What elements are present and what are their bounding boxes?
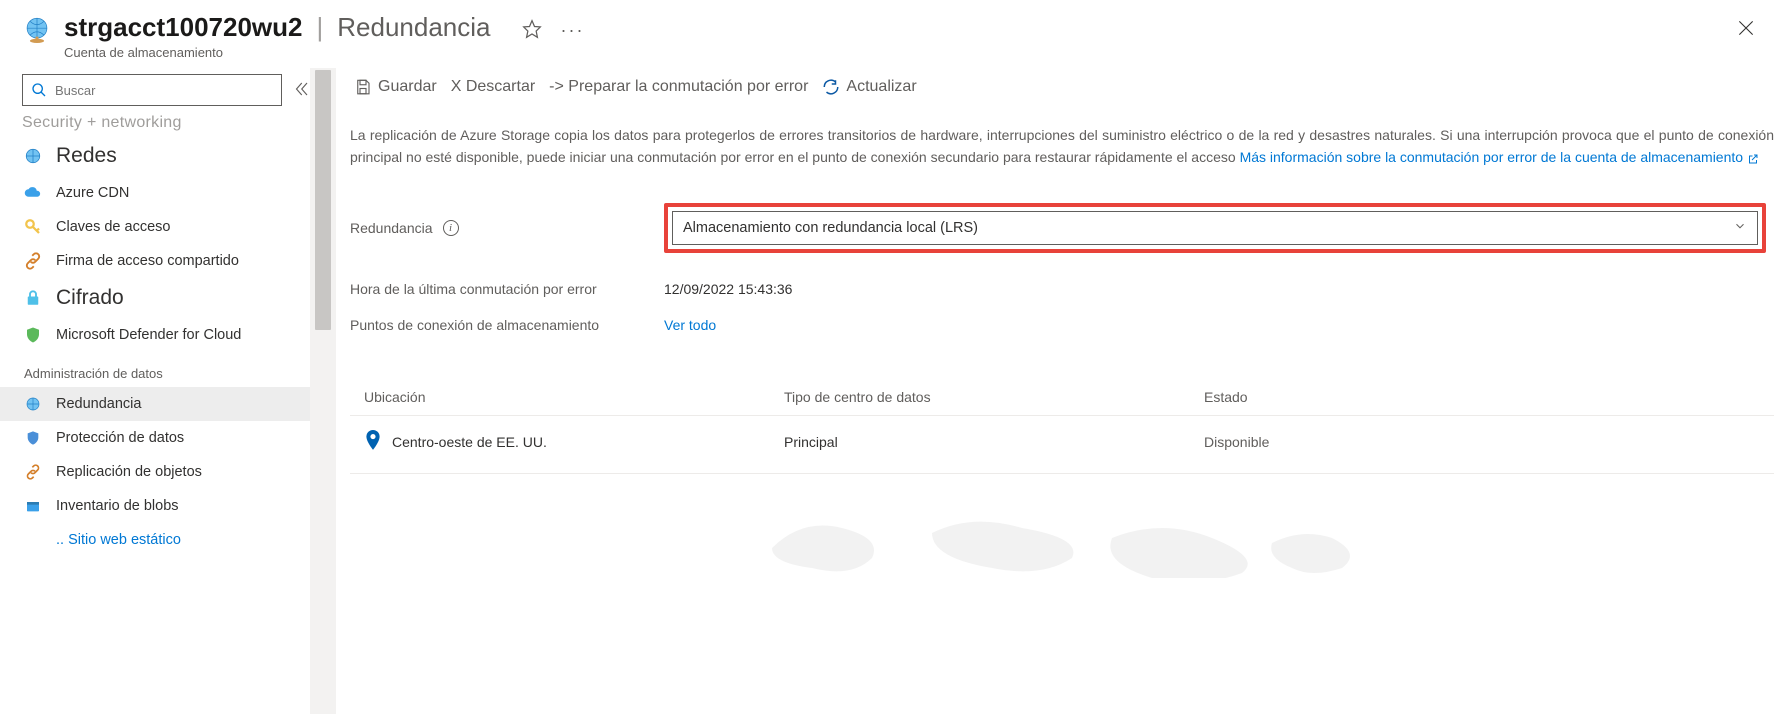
resource-name: strgacct100720wu2	[64, 12, 302, 43]
link-icon	[24, 252, 42, 270]
sidebar-item-label: Azure CDN	[56, 185, 129, 201]
cloud-icon	[24, 184, 42, 202]
col-head-location: Ubicación	[364, 389, 784, 405]
title-separator: |	[316, 12, 323, 43]
col-head-status: Estado	[1204, 389, 1760, 405]
row-location: Centro-oeste de EE. UU.	[392, 434, 547, 450]
box-icon	[24, 497, 42, 515]
scrollbar-thumb[interactable]	[315, 70, 331, 330]
save-label: Guardar	[378, 78, 437, 96]
page-title: Redundancia	[337, 12, 490, 43]
globe-small-icon	[24, 395, 42, 413]
shield-blue-icon	[24, 429, 42, 447]
sidebar: Security + networking Redes Azure CDN Cl…	[0, 68, 336, 714]
row-type: Principal	[784, 434, 1204, 450]
sidebar-item-static-website[interactable]: .. Sitio web estático	[0, 523, 310, 557]
toolbar: Guardar X Descartar -> Preparar la conmu…	[336, 68, 1780, 106]
redundancy-label: Redundancia i	[350, 220, 664, 236]
sidebar-item-label: Protección de datos	[56, 430, 184, 446]
close-blade-icon[interactable]	[1736, 18, 1756, 41]
sidebar-item-label: Claves de acceso	[56, 219, 170, 235]
refresh-icon	[822, 78, 840, 96]
none-icon	[24, 531, 42, 549]
resource-globe-icon	[20, 14, 54, 48]
datacenter-table: Ubicación Tipo de centro de datos Estado…	[350, 381, 1774, 474]
sidebar-item-label: Redundancia	[56, 396, 141, 412]
refresh-button[interactable]: Actualizar	[818, 76, 920, 98]
redundancy-value: Almacenamiento con redundancia local (LR…	[683, 220, 978, 236]
last-failover-value: 12/09/2022 15:43:36	[664, 281, 792, 297]
lock-icon	[24, 289, 42, 307]
save-icon	[354, 78, 372, 96]
external-link-icon	[1747, 153, 1759, 165]
sidebar-item-access-keys[interactable]: Claves de acceso	[0, 210, 310, 244]
redundancy-select-highlight: Almacenamiento con redundancia local (LR…	[664, 203, 1766, 253]
sidebar-search[interactable]	[22, 74, 282, 106]
discard-label: X Descartar	[451, 78, 535, 96]
sidebar-item-label: Firma de acceso compartido	[56, 253, 239, 269]
link-icon	[24, 463, 42, 481]
sidebar-item-redes[interactable]: Redes	[0, 136, 310, 176]
view-all-endpoints-link[interactable]: Ver todo	[664, 317, 716, 333]
sidebar-item-defender[interactable]: Microsoft Defender for Cloud	[0, 318, 310, 352]
sidebar-item-data-protection[interactable]: Protección de datos	[0, 421, 310, 455]
learn-more-link[interactable]: Más información sobre la conmutación por…	[1240, 149, 1744, 165]
world-map	[350, 508, 1774, 578]
sidebar-item-label: Microsoft Defender for Cloud	[56, 327, 241, 343]
sidebar-item-object-replication[interactable]: Replicación de objetos	[0, 455, 310, 489]
sidebar-item-label: Replicación de objetos	[56, 464, 202, 480]
more-menu-icon[interactable]: ···	[560, 20, 584, 41]
endpoints-label: Puntos de conexión de almacenamiento	[350, 317, 664, 333]
search-input[interactable]	[55, 83, 273, 98]
sidebar-scrollbar[interactable]	[310, 68, 336, 714]
resource-type-subtitle: Cuenta de almacenamiento	[64, 45, 584, 60]
prepare-failover-button[interactable]: -> Preparar la conmutación por error	[545, 76, 812, 98]
sidebar-item-label: Redes	[56, 144, 117, 168]
blade-header: strgacct100720wu2 | Redundancia ··· Cuen…	[0, 0, 1780, 68]
sidebar-item-label: Inventario de blobs	[56, 498, 179, 514]
sidebar-item-azure-cdn[interactable]: Azure CDN	[0, 176, 310, 210]
globe-icon	[24, 147, 42, 165]
sidebar-item-encryption[interactable]: Cifrado	[0, 278, 310, 318]
last-failover-label: Hora de la última conmutación por error	[350, 281, 664, 297]
row-status: Disponible	[1204, 434, 1760, 450]
sidebar-item-redundancy[interactable]: Redundancia	[0, 387, 310, 421]
main-content: Guardar X Descartar -> Preparar la conmu…	[336, 68, 1780, 714]
prepare-label: -> Preparar la conmutación por error	[549, 78, 808, 96]
sidebar-item-sas[interactable]: Firma de acceso compartido	[0, 244, 310, 278]
discard-button[interactable]: X Descartar	[447, 76, 539, 98]
info-icon[interactable]: i	[443, 220, 459, 236]
shield-icon	[24, 326, 42, 344]
location-pin-icon	[364, 430, 382, 455]
description-text: La replicación de Azure Storage copia lo…	[350, 124, 1774, 169]
chevron-down-icon	[1733, 219, 1747, 237]
sidebar-truncated-heading: Security + networking	[0, 114, 310, 132]
col-head-type: Tipo de centro de datos	[784, 389, 1204, 405]
sidebar-section-data-mgmt: Administración de datos	[0, 352, 310, 387]
redundancy-select[interactable]: Almacenamiento con redundancia local (LR…	[672, 211, 1758, 245]
refresh-label: Actualizar	[846, 78, 916, 96]
table-row[interactable]: Centro-oeste de EE. UU. Principal Dispon…	[350, 416, 1774, 474]
save-button[interactable]: Guardar	[350, 76, 441, 98]
sidebar-item-label: .. Sitio web estático	[56, 532, 181, 548]
sidebar-item-blob-inventory[interactable]: Inventario de blobs	[0, 489, 310, 523]
search-icon	[31, 82, 47, 98]
favorite-star-icon[interactable]	[522, 19, 542, 42]
sidebar-item-label: Cifrado	[56, 286, 124, 310]
collapse-sidebar-icon[interactable]	[292, 80, 310, 101]
key-icon	[24, 218, 42, 236]
